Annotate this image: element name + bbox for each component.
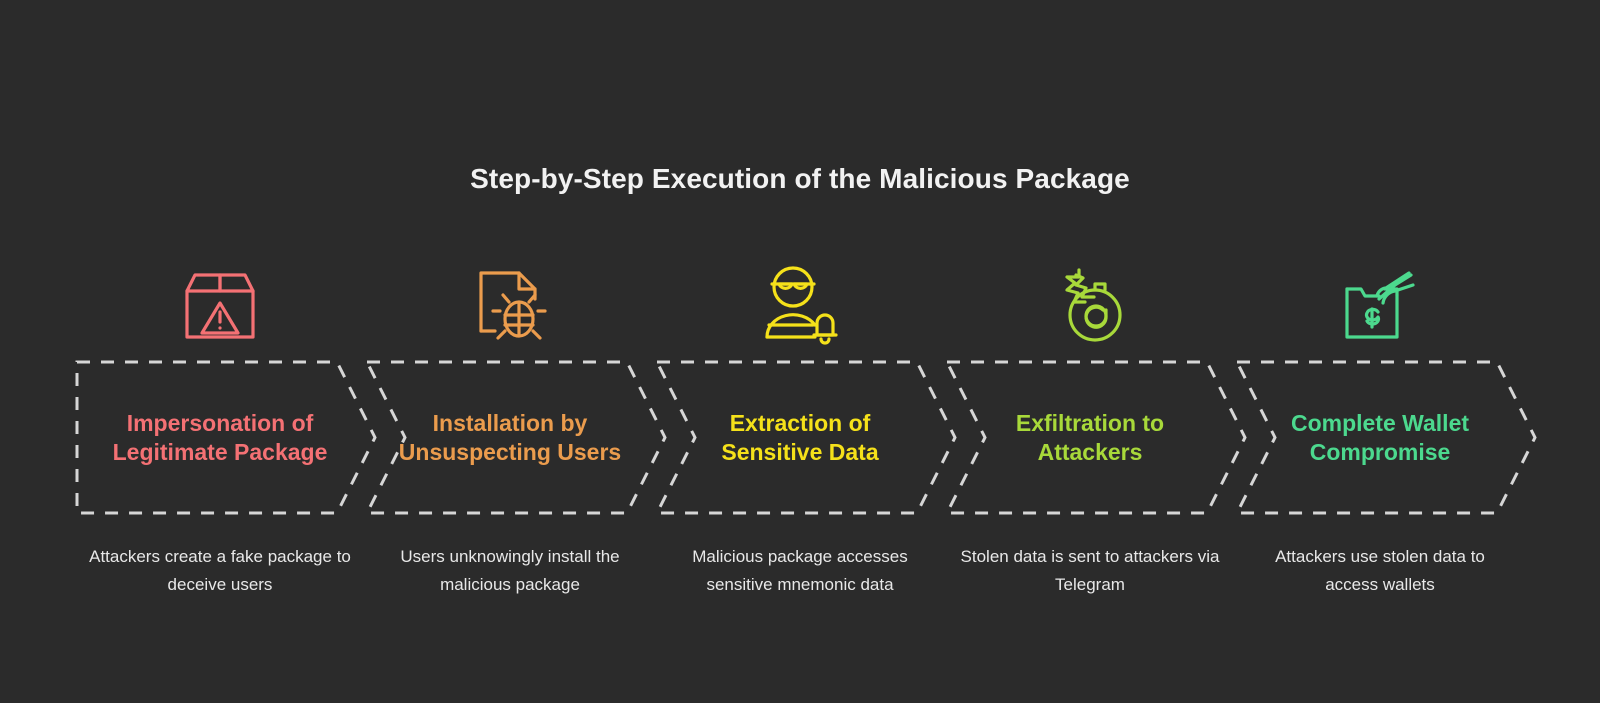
- page-title: Step-by-Step Execution of the Malicious …: [470, 163, 1130, 194]
- step-2-banner: Installation by Unsuspecting Users: [364, 360, 667, 515]
- step-5: Complete Wallet Compromise Attackers use…: [1234, 255, 1537, 655]
- step-4-caption: Stolen data is sent to attackers via Tel…: [960, 547, 1220, 594]
- step-3-label: Extraction of Sensitive Data: [721, 410, 879, 465]
- step-3-banner: Extraction of Sensitive Data: [654, 360, 957, 515]
- step-1-label: Impersonation of Legitimate Package: [112, 410, 328, 465]
- step-2-label: Installation by Unsuspecting Users: [398, 410, 622, 465]
- step-1: Impersonation of Legitimate Package Atta…: [75, 255, 377, 655]
- spy-alert-icon: [655, 255, 945, 355]
- step-2-caption: Users unknowingly install the malicious …: [400, 547, 620, 594]
- step-4: Exfiltration to Attackers Stolen data is…: [944, 255, 1247, 655]
- step-1-caption: Attackers create a fake package to decei…: [89, 547, 351, 594]
- step-4-label: Exfiltration to Attackers: [1015, 410, 1165, 465]
- infographic-canvas: Step-by-Step Execution of the Malicious …: [0, 0, 1600, 703]
- wallet-grab-icon: [1235, 255, 1525, 355]
- step-5-label: Complete Wallet Compromise: [1290, 410, 1470, 465]
- step-3: Extraction of Sensitive Data Malicious p…: [654, 255, 957, 655]
- package-warning-icon: [75, 255, 365, 355]
- step-4-banner: Exfiltration to Attackers: [944, 360, 1247, 515]
- file-bug-icon: [365, 255, 655, 355]
- step-flow: Impersonation of Legitimate Package Atta…: [75, 255, 1537, 655]
- step-5-banner: Complete Wallet Compromise: [1234, 360, 1537, 515]
- step-5-caption: Attackers use stolen data to access wall…: [1275, 547, 1485, 594]
- step-2: Installation by Unsuspecting Users Users…: [364, 255, 667, 655]
- bomb-email-icon: [945, 255, 1235, 355]
- step-1-banner: Impersonation of Legitimate Package: [75, 360, 377, 515]
- step-3-caption: Malicious package accesses sensitive mne…: [692, 547, 908, 594]
